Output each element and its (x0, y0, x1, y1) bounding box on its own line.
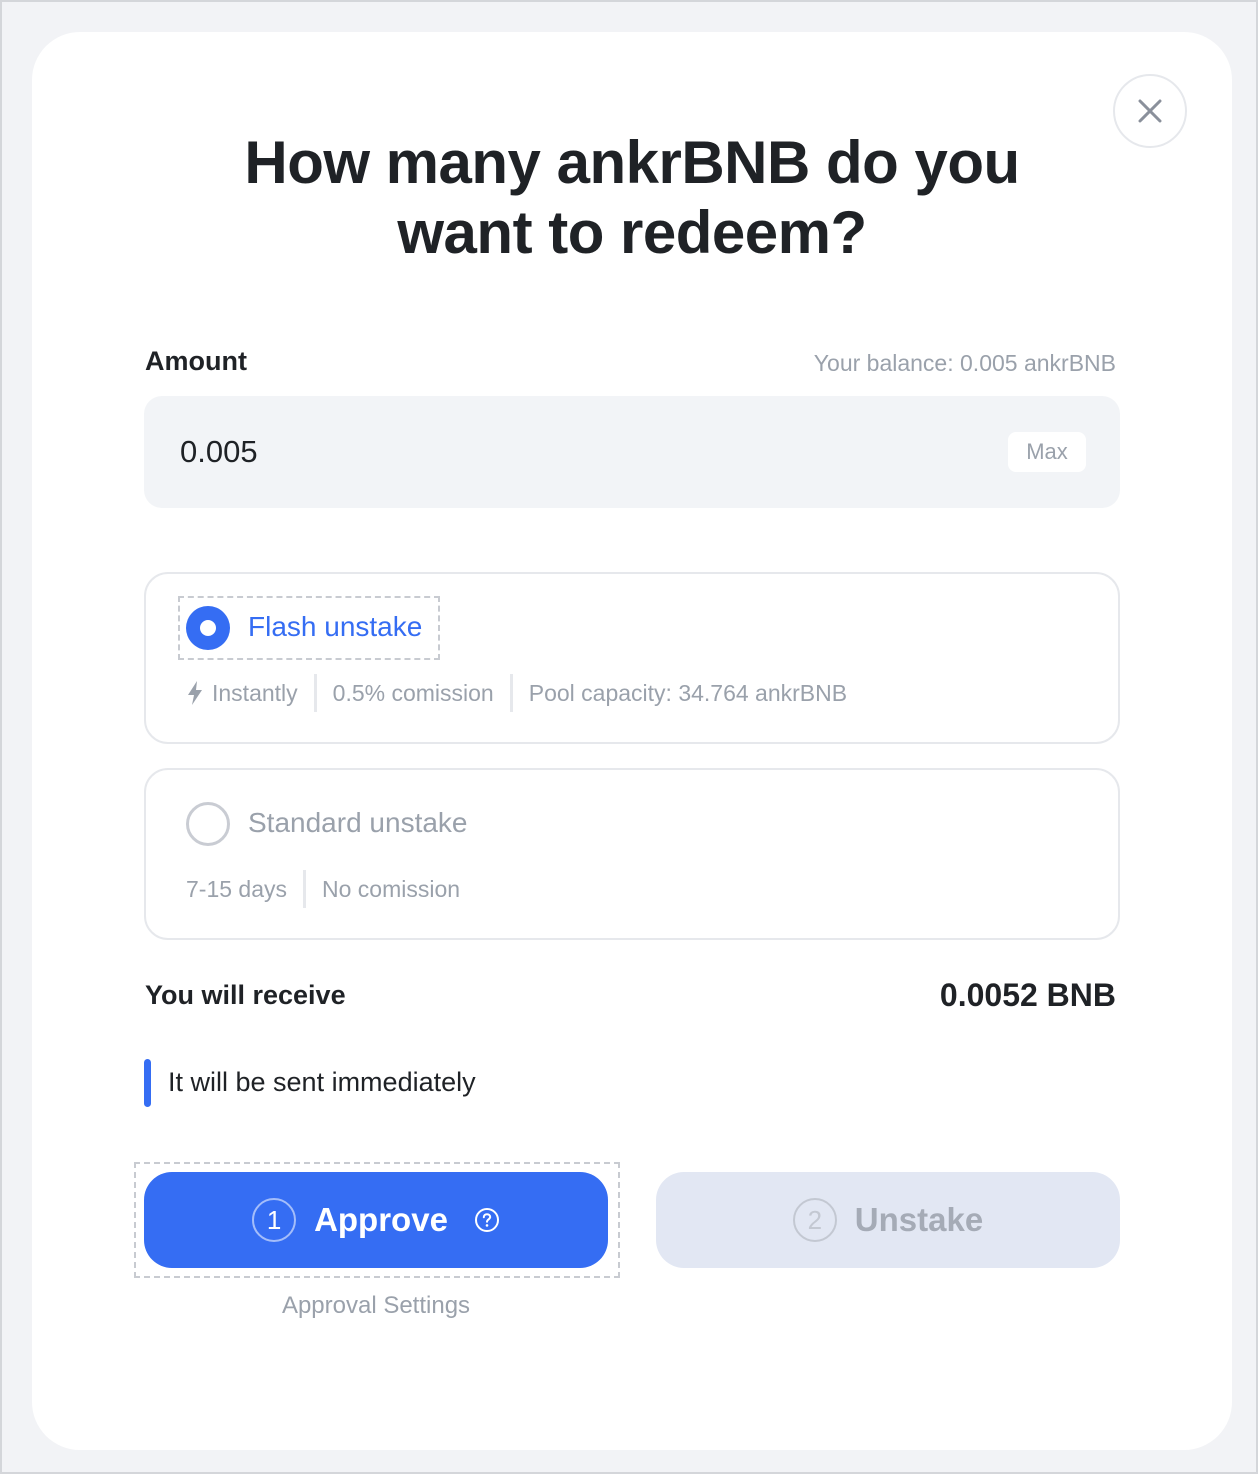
amount-label: Amount (145, 346, 247, 376)
divider (509, 674, 513, 712)
unstake-label: Unstake (854, 1201, 984, 1238)
meta-commission: No comission (322, 875, 461, 902)
help-icon[interactable] (474, 1207, 500, 1233)
flash-unstake-radio[interactable] (186, 606, 230, 650)
standard-unstake-title: Standard unstake (248, 807, 468, 838)
divider (313, 674, 317, 712)
standard-unstake-option[interactable]: Standard unstake 7-15 days No comission (144, 768, 1120, 940)
flash-unstake-title: Flash unstake (248, 611, 423, 642)
meta-instantly: Instantly (186, 674, 298, 712)
unstake-button[interactable]: 2 Unstake (656, 1172, 1120, 1268)
step-number: 1 (252, 1198, 297, 1242)
approve-button[interactable]: 1 Approve (144, 1172, 608, 1268)
meta-text: Instantly (212, 679, 298, 706)
note-text: It will be sent immediately (168, 1067, 476, 1097)
close-button[interactable] (1113, 74, 1187, 148)
flash-unstake-option[interactable]: Flash unstake Instantly 0.5% comission P… (144, 572, 1120, 744)
flash-unstake-details: Instantly 0.5% comission Pool capacity: … (186, 674, 847, 712)
standard-unstake-details: 7-15 days No comission (186, 870, 460, 908)
step-number: 2 (792, 1198, 837, 1242)
meta-pool-capacity: Pool capacity: 34.764 ankrBNB (528, 679, 848, 706)
dialog-title: How many ankrBNB do you want to redeem? (244, 129, 1020, 266)
approve-label: Approve (314, 1201, 448, 1238)
lightning-icon (186, 680, 204, 706)
approval-settings-link[interactable]: Approval Settings (144, 1292, 608, 1320)
meta-duration: 7-15 days (186, 875, 288, 902)
meta-commission: 0.5% comission (332, 679, 494, 706)
close-icon (1137, 98, 1163, 124)
divider (303, 870, 307, 908)
note-accent-bar (144, 1059, 151, 1107)
amount-field: Max (144, 396, 1120, 508)
standard-unstake-radio[interactable] (186, 802, 230, 846)
max-button[interactable]: Max (1008, 432, 1086, 472)
balance-text: Your balance: 0.005 ankrBNB (813, 350, 1116, 376)
receive-label: You will receive (145, 980, 346, 1010)
amount-input[interactable] (180, 426, 880, 478)
window-frame: How many ankrBNB do you want to redeem? … (0, 0, 1258, 1474)
receive-value: 0.0052 BNB (939, 977, 1116, 1013)
